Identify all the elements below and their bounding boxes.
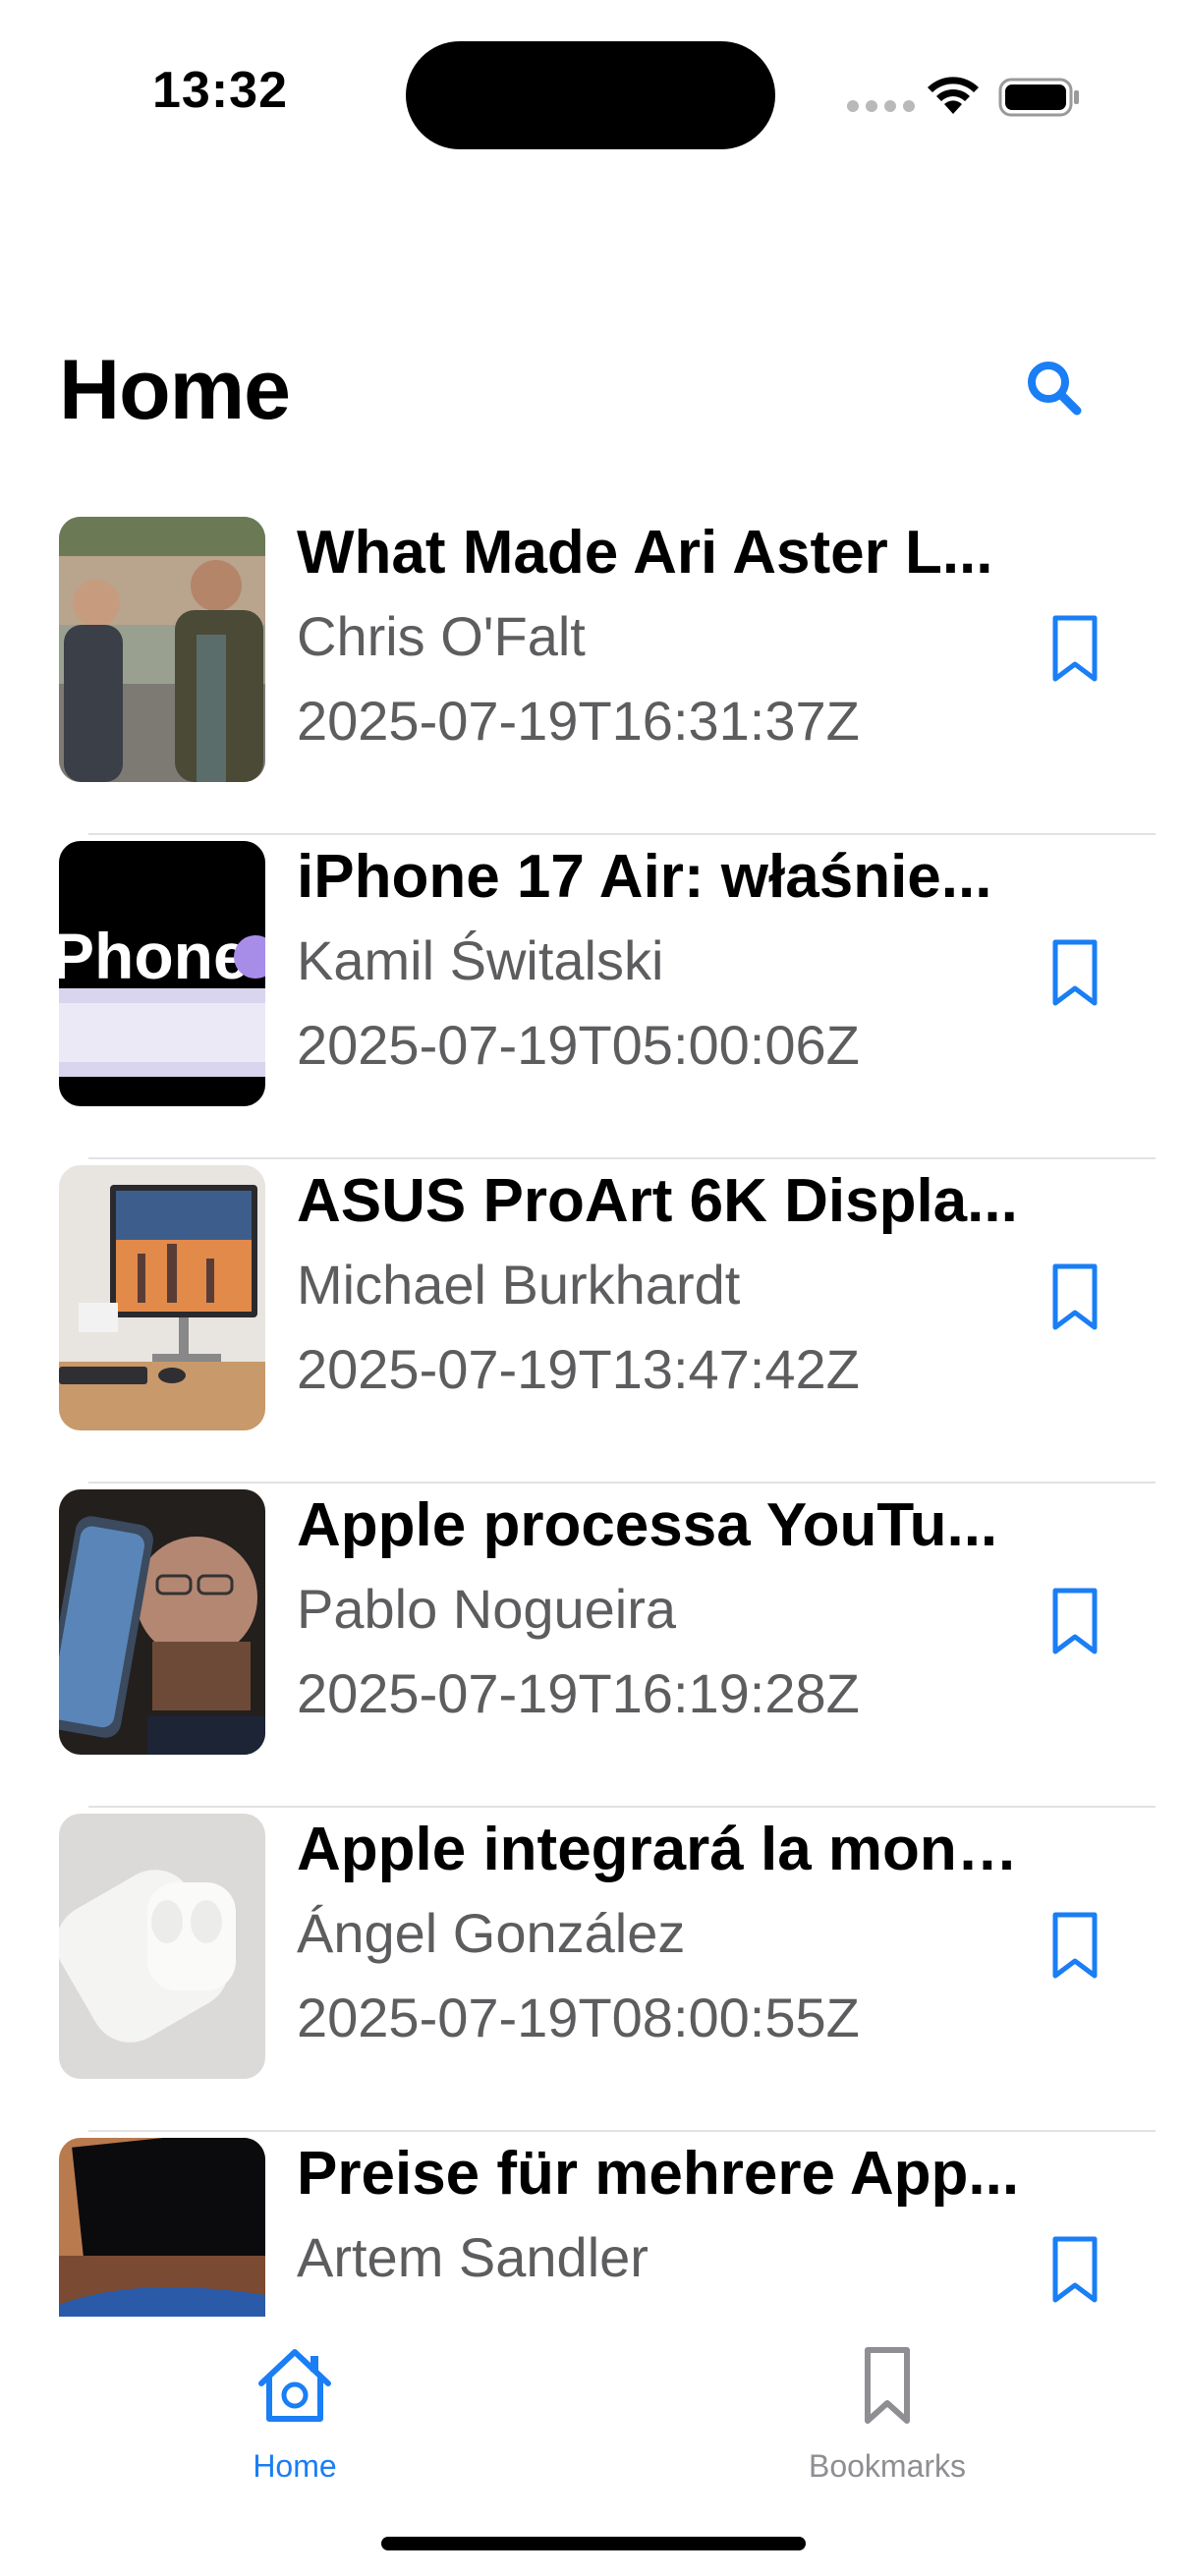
article-author: Artem Sandler [297, 2225, 649, 2288]
article-date: 2025-07-19T16:31:37Z [297, 689, 860, 752]
bookmark-icon[interactable] [1045, 1910, 1104, 1981]
thumbnail-text: Phone [59, 920, 250, 992]
article-row[interactable]: What Made Ari Aster L... Chris O'Falt 20… [0, 511, 1185, 835]
article-date: 2025-07-19T05:00:06Z [297, 1013, 860, 1076]
article-thumbnail [59, 1489, 265, 1755]
article-thumbnail [59, 1814, 265, 2079]
tab-home-label: Home [253, 2448, 337, 2484]
bookmark-icon[interactable] [1045, 2234, 1104, 2305]
article-author: Chris O'Falt [297, 604, 586, 667]
article-date: 2025-07-19T08:00:55Z [297, 1986, 860, 2048]
status-bar: 13:32 [0, 0, 1185, 196]
bookmark-icon[interactable] [1045, 1261, 1104, 1332]
tab-home[interactable]: Home [197, 2344, 393, 2492]
bookmark-icon[interactable] [1045, 613, 1104, 684]
article-author: Michael Burkhardt [297, 1253, 741, 1316]
article-date: 2025-07-19T13:47:42Z [297, 1337, 860, 1400]
article-title: Preise für mehrere App... [297, 2142, 1020, 2208]
dynamic-island [406, 41, 775, 149]
article-author: Kamil Świtalski [297, 928, 664, 991]
article-title: ASUS ProArt 6K Displa... [297, 1169, 1018, 1235]
article-date: 2025-07-19T16:19:28Z [297, 1661, 860, 1724]
battery-icon [998, 78, 1079, 117]
article-row[interactable]: Apple processa YouTu... Pablo Nogueira 2… [0, 1484, 1185, 1808]
bookmark-icon[interactable] [1045, 1586, 1104, 1656]
search-icon[interactable] [1020, 354, 1089, 422]
status-time: 13:32 [152, 62, 288, 119]
article-author: Pablo Nogueira [297, 1577, 677, 1640]
article-thumbnail [59, 517, 265, 782]
bookmark-icon [865, 2347, 910, 2424]
article-title: Apple processa YouTu... [297, 1493, 998, 1559]
article-row[interactable]: ASUS ProArt 6K Displa... Michael Burkhar… [0, 1159, 1185, 1484]
article-row[interactable]: Phone iPhone 17 Air: właśnie... Kamil Św… [0, 835, 1185, 1159]
article-title: iPhone 17 Air: właśnie... [297, 845, 992, 911]
navigation-header: Home [0, 324, 1185, 452]
wifi-icon [928, 77, 979, 114]
article-row[interactable]: Preise für mehrere App... Artem Sandler [0, 2132, 1185, 2317]
article-thumbnail [59, 1165, 265, 1430]
article-row[interactable]: Apple integrará la moni... Ángel Gonzále… [0, 1808, 1185, 2132]
article-title: What Made Ari Aster L... [297, 521, 993, 587]
tab-bookmarks-label: Bookmarks [808, 2448, 967, 2484]
article-thumbnail: Phone [59, 841, 265, 1106]
article-title: Apple integrará la moni... [297, 1818, 1024, 1883]
page-title: Home [59, 343, 291, 437]
article-thumbnail [59, 2138, 265, 2317]
article-author: Ángel González [297, 1901, 686, 1964]
bookmark-icon[interactable] [1045, 937, 1104, 1008]
house-icon [258, 2349, 331, 2422]
tab-bookmarks[interactable]: Bookmarks [789, 2344, 986, 2492]
cellular-signal-icon [847, 100, 915, 112]
article-list[interactable]: What Made Ari Aster L... Chris O'Falt 20… [0, 511, 1185, 2317]
home-indicator [381, 2537, 806, 2550]
